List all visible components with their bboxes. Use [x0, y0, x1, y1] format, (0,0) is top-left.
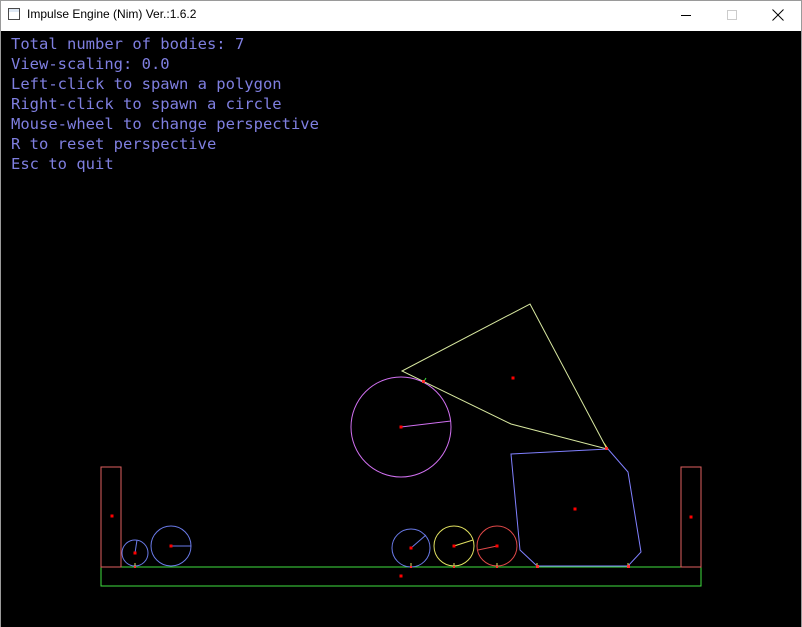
triangle-polygon-body	[400, 303, 608, 450]
contact-point	[627, 565, 630, 568]
contact-point	[605, 447, 608, 450]
triangle-polygon-center-marker	[511, 376, 515, 380]
contact-point	[496, 566, 498, 568]
box-polygon-center-marker	[573, 507, 577, 511]
app-window-icon	[8, 8, 20, 20]
hud-help-mouse-wheel: Mouse-wheel to change perspective	[11, 115, 319, 133]
hud-help-reset: R to reset perspective	[11, 135, 217, 153]
blue-circle-mid-center-marker	[409, 546, 413, 550]
blue-circle-mid-orientation	[410, 534, 427, 549]
small-blue-circle-orientation	[134, 539, 138, 554]
hud-help-quit: Esc to quit	[11, 155, 114, 173]
red-circle-center-marker	[495, 544, 499, 548]
application-window: Impulse Engine (Nim) Ver.:1.6.2 Total nu…	[0, 0, 802, 627]
hud-help-right-click: Right-click to spawn a circle	[11, 95, 282, 113]
close-button[interactable]	[755, 1, 801, 31]
big-purple-circle-center-marker	[399, 425, 403, 429]
red-circle-orientation	[477, 545, 498, 551]
yellow-circle-orientation	[453, 539, 474, 547]
right-wall-center-marker	[689, 515, 693, 519]
contact-point	[134, 566, 136, 568]
left-wall-center-marker	[110, 514, 114, 518]
minimize-button[interactable]	[663, 1, 709, 31]
contact-point	[422, 380, 425, 383]
big-purple-circle-orientation	[400, 420, 452, 428]
contact-point	[536, 565, 539, 568]
hud-view-scaling: View-scaling: 0.0	[11, 55, 170, 73]
hud-body-count: Total number of bodies: 7	[11, 35, 245, 53]
maximize-button[interactable]	[709, 1, 755, 31]
yellow-circle-center-marker	[452, 544, 456, 548]
ground-center-marker	[399, 574, 403, 578]
simulation-canvas[interactable]: Total number of bodies: 7 View-scaling: …	[1, 31, 801, 627]
minimize-icon	[681, 15, 691, 16]
small-blue-circle-center-marker	[133, 551, 137, 555]
window-title: Impulse Engine (Nim) Ver.:1.6.2	[27, 7, 197, 21]
close-icon	[772, 9, 784, 21]
title-bar[interactable]: Impulse Engine (Nim) Ver.:1.6.2	[1, 1, 801, 31]
contact-point	[453, 566, 455, 568]
contact-point	[410, 566, 412, 568]
blue-circle-left-center-marker	[169, 544, 173, 548]
maximize-icon	[727, 10, 737, 20]
hud-help-left-click: Left-click to spawn a polygon	[11, 75, 282, 93]
